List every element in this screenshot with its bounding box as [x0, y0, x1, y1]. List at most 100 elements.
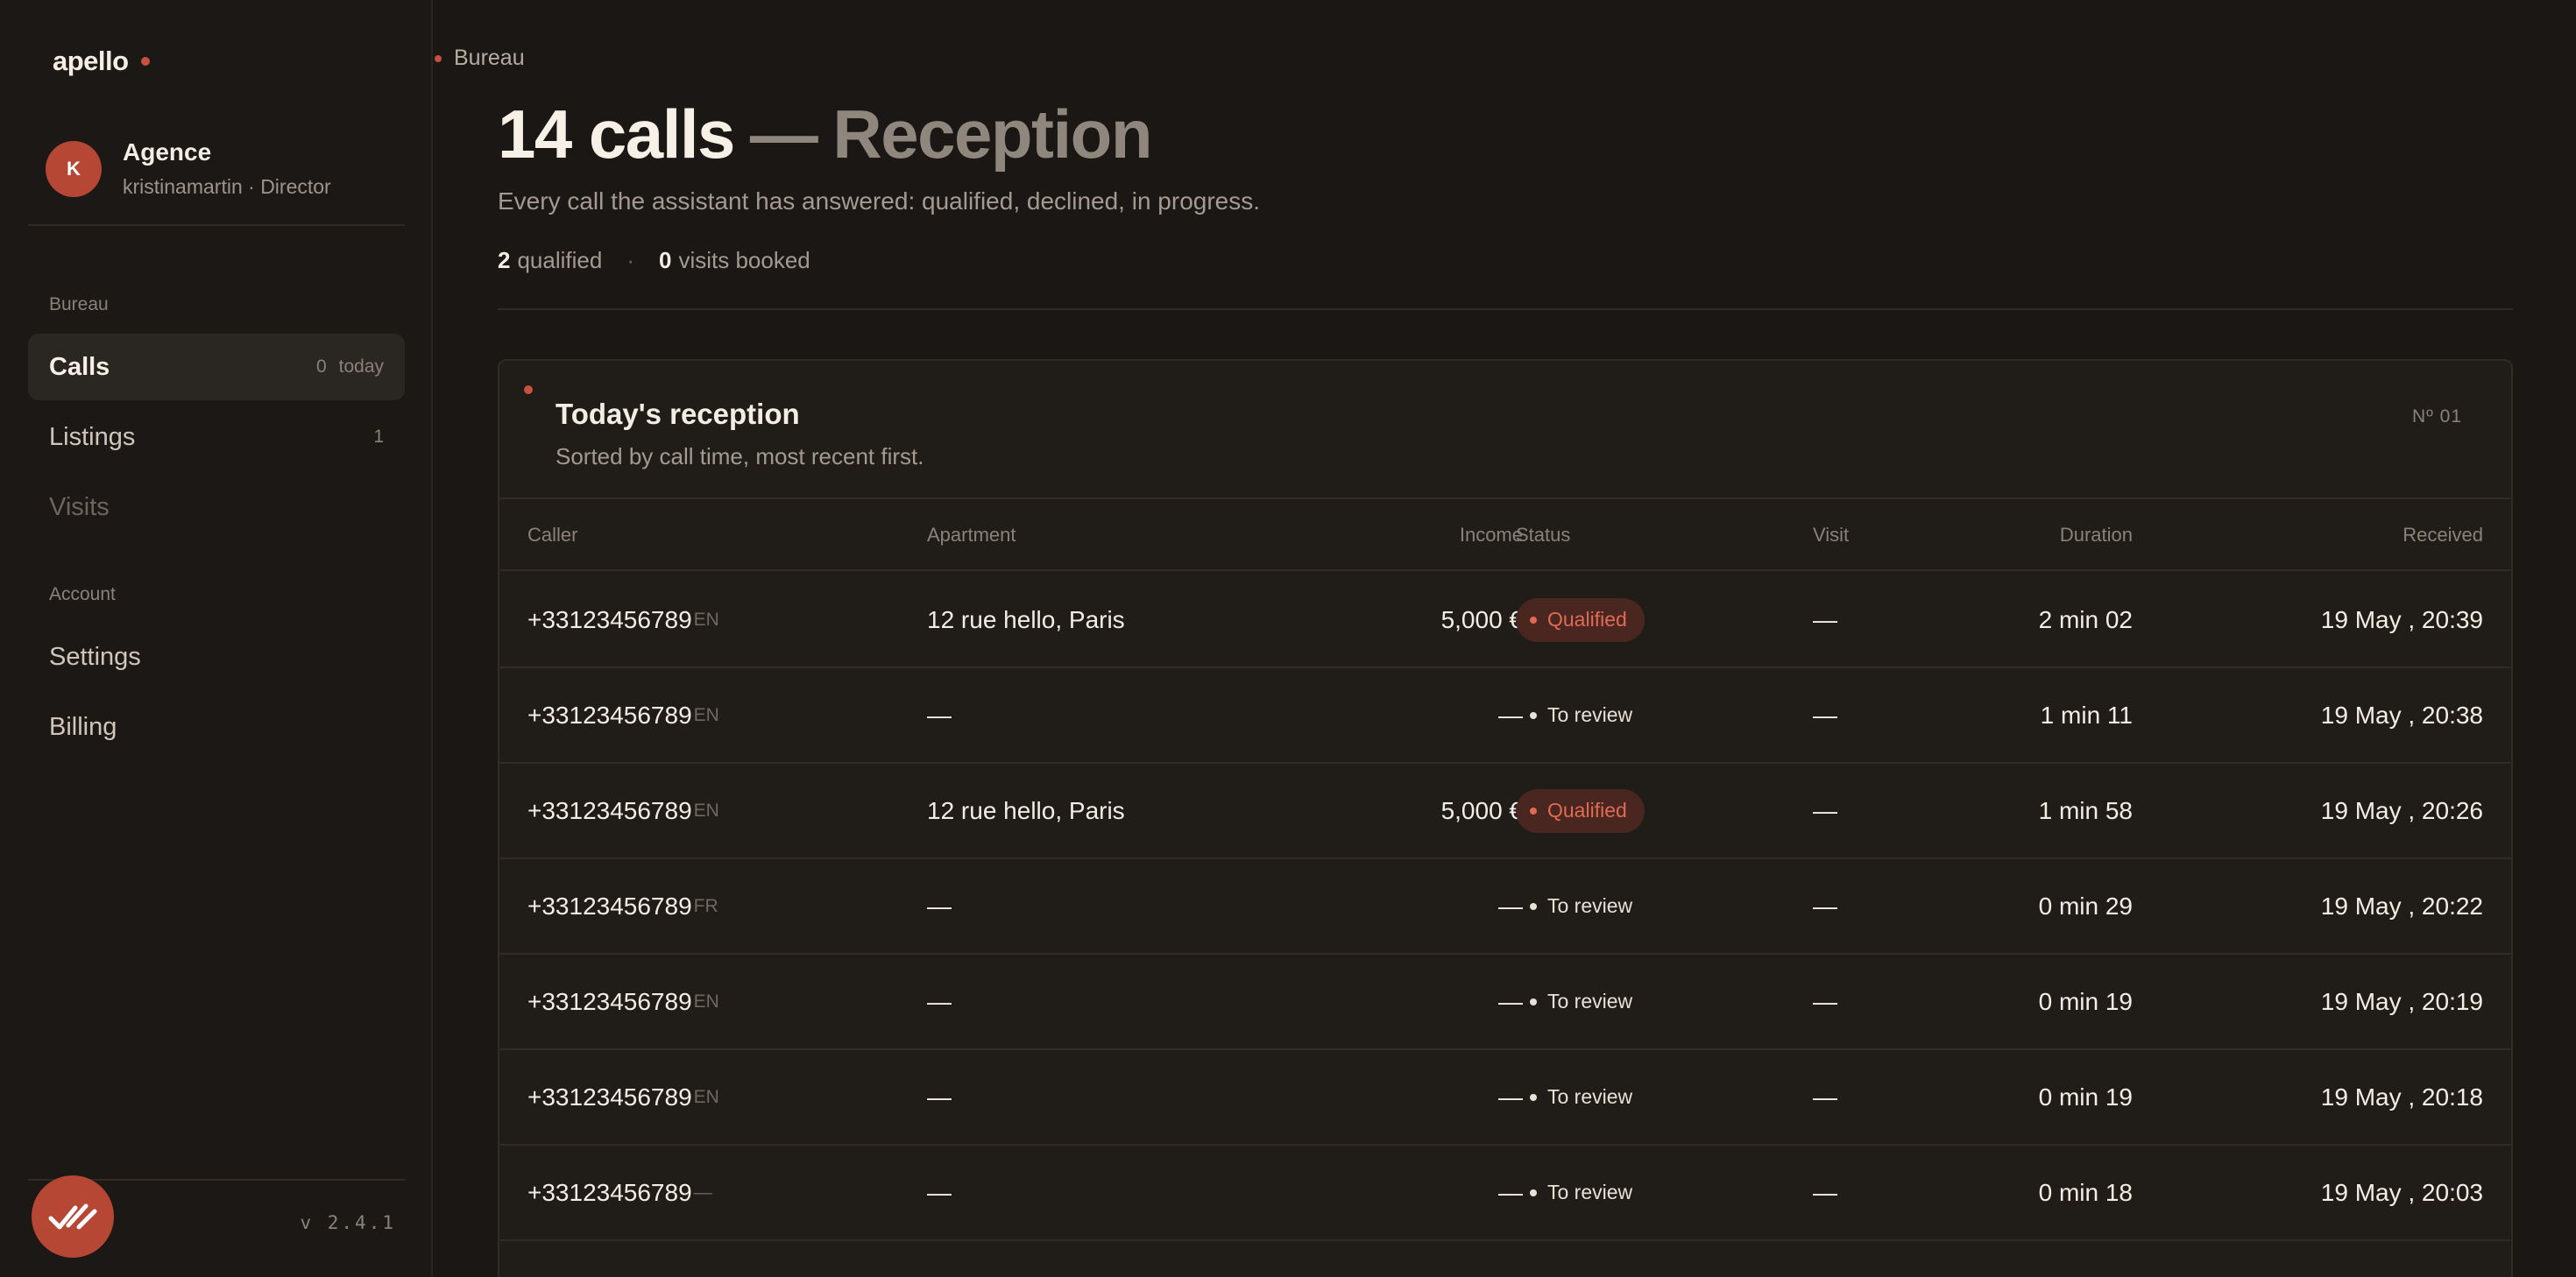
duration-cell: 1 min 58 — [2038, 796, 2133, 824]
received-cell: 19 May , 20:00 — [2321, 1241, 2483, 1277]
avatar: K — [46, 140, 102, 197]
status-dot-icon — [1530, 1093, 1537, 1101]
visit-cell: — — [1813, 1083, 1837, 1111]
column-header-duration[interactable]: Duration — [2060, 524, 2133, 547]
status-badge: Qualified — [1516, 788, 1645, 833]
apartment-cell: 12 rue hello, Paris — [927, 605, 1125, 633]
caller-cell: +33123456789 — [527, 1241, 694, 1277]
status-cell: To review — [1516, 668, 1650, 762]
caller-cell: +33123456789 EN — [527, 955, 719, 1048]
table-row[interactable]: +33123456789 EN — — To review —0 min 19 19 May… — [499, 1050, 2511, 1146]
apartment-cell: — — [927, 892, 952, 920]
visit-cell: — — [1813, 1241, 1837, 1277]
user-card[interactable]: K Agence kristinamartin · Director — [46, 138, 331, 199]
stats-summary: 2 qualified · 0 visits booked — [498, 247, 810, 273]
section-label-bureau: Bureau — [49, 294, 109, 314]
table-row[interactable]: +33123456789 EN 12 rue hello, Paris 5,000 €… — [499, 764, 2511, 859]
brand-logo[interactable]: apello — [53, 46, 150, 77]
card-number: Nº 01 — [2411, 406, 2462, 427]
caller-language: — — [693, 1182, 712, 1203]
sidebar-item-label: Settings — [49, 642, 141, 671]
sidebar-item-label: Calls — [49, 352, 110, 381]
duration-cell: 0 min 18 — [2038, 1178, 2133, 1206]
column-header-caller[interactable]: Caller — [527, 524, 577, 547]
status-cell: To review — [1516, 1146, 1650, 1239]
user-meta: kristinamartin · Director — [123, 175, 331, 198]
table-row[interactable]: +33123456789 EN 12 rue hello, Paris 5,000 €… — [499, 573, 2511, 668]
card-subtitle: Sorted by call time, most recent first. — [556, 443, 924, 469]
received-cell: 19 May , 20:18 — [2320, 1083, 2483, 1111]
duration-cell: 0 min 19 — [2038, 1083, 2133, 1111]
sidebar-item-visits[interactable]: Visits — [28, 474, 405, 540]
double-check-icon[interactable] — [32, 1175, 114, 1258]
column-header-income[interactable]: Income — [1460, 524, 1523, 547]
table-row[interactable]: +33123456789 EN — — To review —1 min 11 19 May… — [499, 668, 2511, 764]
income-cell: 5,000 € — [1440, 605, 1523, 633]
brand-name: apello — [53, 46, 129, 76]
page-description: Every call the assistant has answered: q… — [498, 187, 1261, 215]
sidebar-item-count: 1 — [373, 427, 384, 447]
status-badge: To review — [1516, 1266, 1650, 1277]
brand-dot-icon — [140, 57, 150, 66]
header-divider — [498, 308, 2513, 310]
duration-cell: 2 min 02 — [2038, 605, 2133, 633]
caller-language: EN — [693, 704, 719, 725]
caller-language: EN — [693, 609, 719, 630]
user-org: Agence — [123, 138, 212, 166]
breadcrumb: Bureau — [435, 46, 525, 71]
sidebar-item-settings[interactable]: Settings — [28, 624, 405, 690]
visit-cell: — — [1813, 1178, 1837, 1206]
income-cell: 5,000 € — [1440, 796, 1523, 824]
section-label-account: Account — [49, 584, 116, 604]
apartment-cell: — — [927, 1083, 952, 1111]
status-dot-icon — [1530, 807, 1537, 815]
main-content: Bureau 14 calls — Reception Every call the… — [435, 0, 2576, 1277]
table-header: Caller Apartment Income Status Visit Dur… — [499, 497, 2511, 571]
status-badge: To review — [1516, 1076, 1650, 1119]
breadcrumb-label[interactable]: Bureau — [454, 46, 525, 71]
table-row[interactable]: +33123456789——To review—0 min 1819 May ,… — [499, 1241, 2511, 1277]
apartment-cell: — — [927, 1178, 952, 1206]
status-badge: To review — [1516, 1171, 1650, 1215]
status-dot-icon — [1530, 1189, 1537, 1196]
received-cell: 19 May , 20:26 — [2320, 796, 2483, 824]
column-header-visit[interactable]: Visit — [1813, 524, 1849, 547]
app-root: apello K Agence kristinamartin · Directo… — [0, 0, 2576, 1277]
caller-number: +33123456789 — [527, 796, 692, 824]
caller-language: EN — [693, 991, 719, 1012]
status-cell: To review — [1516, 859, 1650, 953]
received-cell: 19 May , 20:38 — [2320, 701, 2483, 729]
duration-cell: 0 min 29 — [2038, 892, 2133, 920]
caller-language: EN — [693, 800, 719, 821]
sidebar-item-billing[interactable]: Billing — [28, 694, 405, 760]
sidebar-item-label: Billing — [49, 712, 117, 741]
caller-number: +33123456789 — [527, 1178, 692, 1206]
status-badge: To review — [1516, 694, 1650, 737]
caller-cell: +33123456789 EN — [527, 764, 719, 857]
caller-number: +33123456789 — [527, 701, 692, 729]
visit-cell: — — [1813, 892, 1837, 920]
sidebar-item-calls[interactable]: Calls 0 today — [28, 334, 405, 400]
status-dot-icon — [1530, 998, 1537, 1005]
caller-number: +33123456789 — [527, 1083, 692, 1111]
qualified-count: 2 — [498, 247, 511, 273]
caller-cell: +33123456789 EN — [527, 1050, 719, 1144]
caller-cell: +33123456789 FR — [527, 859, 718, 953]
table-row[interactable]: +33123456789— — — To review —0 min 18 19 May … — [499, 1146, 2511, 1241]
sidebar-item-count: 0 today — [315, 356, 384, 377]
table-row[interactable]: +33123456789 FR — — To review —0 min 29 19 May… — [499, 859, 2511, 955]
duration-cell: 1 min 11 — [2040, 701, 2133, 729]
page-title: 14 calls — Reception — [498, 95, 1152, 173]
status-dot-icon — [1530, 616, 1537, 624]
caller-number: +33123456789 — [527, 892, 692, 920]
caller-cell: +33123456789 EN — [527, 573, 719, 667]
column-header-apartment[interactable]: Apartment — [927, 524, 1016, 547]
caller-cell: +33123456789 EN — [527, 668, 719, 762]
table-row[interactable]: +33123456789 EN — — To review —0 min 19 19 May… — [499, 955, 2511, 1050]
status-cell: Qualified — [1516, 764, 1645, 857]
column-header-received[interactable]: Received — [2403, 524, 2483, 547]
sidebar-item-label: Listings — [49, 422, 136, 451]
column-header-status[interactable]: Status — [1516, 524, 1570, 547]
sidebar-item-listings[interactable]: Listings 1 — [28, 404, 405, 470]
breadcrumb-dot-icon — [435, 54, 442, 62]
